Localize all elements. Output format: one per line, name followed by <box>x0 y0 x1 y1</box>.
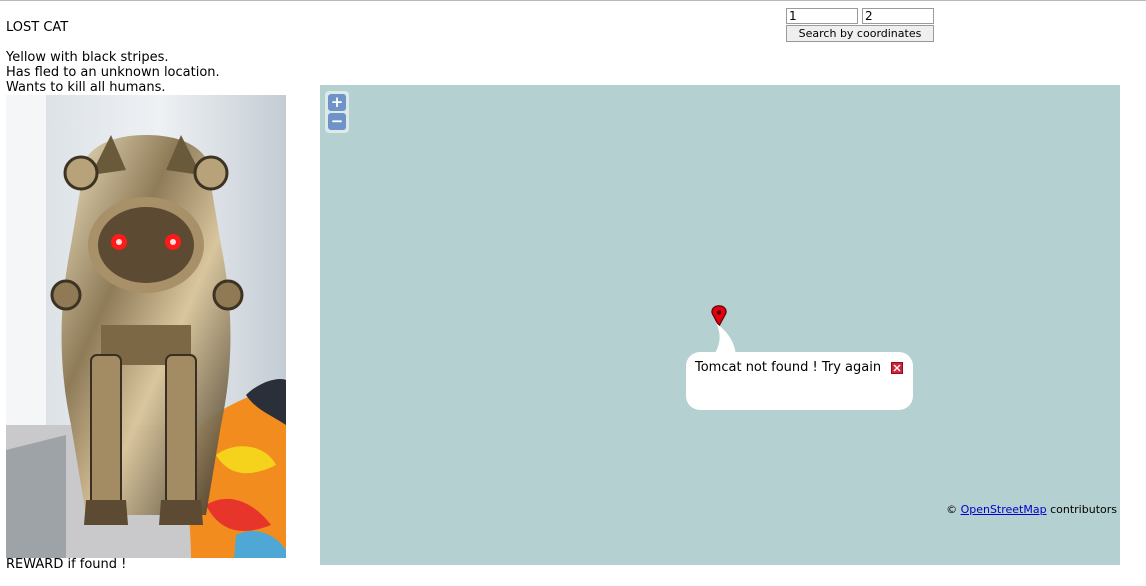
popup-message: Tomcat not found ! Try again <box>695 360 882 375</box>
close-icon[interactable] <box>891 362 903 374</box>
search-by-coordinates-button[interactable]: Search by coordinates <box>786 25 934 42</box>
top-border <box>0 0 1146 1</box>
copyright-symbol: © <box>946 503 958 516</box>
cat-photo <box>6 95 286 558</box>
description-line-1: Yellow with black stripes. <box>6 50 169 65</box>
map-popup: Tomcat not found ! Try again <box>686 352 913 410</box>
map-view[interactable]: + − Tomcat not found ! Try again © OpenS… <box>320 85 1120 565</box>
longitude-input[interactable] <box>862 8 934 24</box>
latitude-input[interactable] <box>786 8 858 24</box>
reward-text: REWARD if found ! <box>6 557 127 572</box>
zoom-control: + − <box>325 91 349 133</box>
zoom-in-button[interactable]: + <box>328 94 346 111</box>
openstreetmap-link[interactable]: OpenStreetMap <box>961 503 1047 516</box>
map-attribution: © OpenStreetMap contributors <box>946 503 1117 516</box>
description-line-2: Has fled to an unknown location. <box>6 65 220 80</box>
zoom-out-button[interactable]: − <box>328 113 346 130</box>
description-line-3: Wants to kill all humans. <box>6 80 166 95</box>
popup-tail <box>714 323 736 355</box>
attribution-suffix: contributors <box>1050 503 1117 516</box>
poster-title: LOST CAT <box>6 20 69 35</box>
